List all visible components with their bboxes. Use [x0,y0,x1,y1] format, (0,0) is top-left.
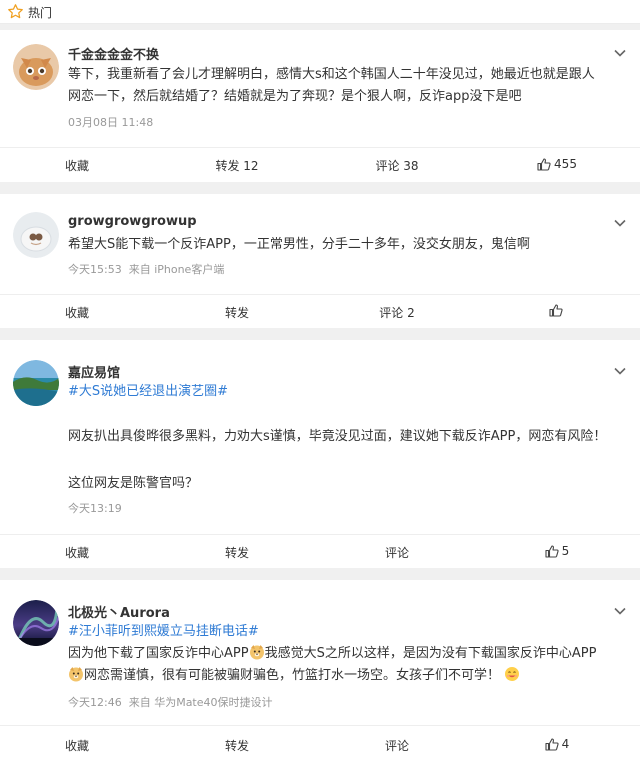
collect-button[interactable]: 收藏 [27,544,127,561]
username[interactable]: 北极光丶Aurora [68,602,170,621]
chevron-down-icon[interactable] [614,219,626,227]
post-meta: 今天15:53 来自 iPhone客户端 [68,261,224,277]
username[interactable]: growgrowgrowup [68,214,197,229]
post-card: 北极光丶Aurora #汪小菲听到熙媛立马挂断电话# 因为他下载了国家反诈中心A… [0,580,640,761]
repost-button[interactable]: 转发 12 [187,157,287,174]
collect-button[interactable]: 收藏 [27,157,127,174]
post-text-line: 这位网友是陈警官吗？ [68,476,199,491]
post-card: 千金金金金不换 等下，我重新看了会儿才理解明白，感情大s和这个韩国人二十年没见过… [0,30,640,182]
post-text-line: 网恋需谨慎，很有可能被骗财骗色，竹篮打水一场空。女孩子们不可学！ [68,665,628,687]
doge-emoji-icon [249,645,264,660]
post-text: 希望大S能下载一个反诈APP，一正常男性，分手二十多年，没交女朋友，鬼信啊 [68,234,628,256]
topic-link[interactable]: #大S说她已经退出演艺圈# [68,384,228,399]
divider [0,725,640,726]
like-count: 4 [561,737,570,751]
doge-emoji-icon [69,667,83,682]
divider [0,147,640,148]
post-source[interactable]: 来自 华为Mate40保时捷设计 [129,696,273,709]
comment-button[interactable]: 评论 2 [347,304,447,321]
like-button[interactable]: 4 [507,737,607,754]
divider [0,534,640,535]
avatar[interactable] [13,44,59,90]
post-time: 今天13:19 [68,502,122,515]
repost-button[interactable]: 转发 [187,737,287,754]
post-text-segment: 网恋需谨慎，很有可能被骗财骗色，竹篮打水一场空。女孩子们不可学！ [84,668,501,683]
thumbs-up-icon [545,737,559,751]
thumbs-up-icon [537,157,551,171]
avatar[interactable] [13,212,59,258]
like-button[interactable]: 5 [507,544,607,561]
post-text-line: 网恋一下，然后就结婚了？结婚就是为了奔现？是个狠人啊，反诈app没下是吧 [68,89,522,104]
post-meta: 今天12:46 来自 华为Mate40保时捷设计 [68,694,273,710]
thumbs-up-icon [548,304,563,317]
post-text-segment: 因为他下载了国家反诈中心APP [68,646,249,661]
chevron-down-icon[interactable] [614,607,626,615]
collect-button[interactable]: 收藏 [27,737,127,754]
post-source[interactable]: 来自 iPhone客户端 [129,263,225,276]
post-topic-line: #大S说她已经退出演艺圈# [68,381,628,403]
repost-button[interactable]: 转发 [187,544,287,561]
grin-emoji-icon [505,667,520,681]
comment-button[interactable]: 评论 38 [347,157,447,174]
avatar[interactable] [13,360,59,406]
post-card: 嘉应易馆 #大S说她已经退出演艺圈# 网友扒出具俊晔很多黑料，力劝大s谨慎，毕竟… [0,340,640,568]
like-count: 5 [561,544,570,558]
post-time: 03月08日 11:48 [68,116,154,129]
collect-button[interactable]: 收藏 [27,304,127,321]
hot-header: 热门 [0,0,640,24]
like-button[interactable] [507,304,607,320]
star-icon [8,4,23,19]
chevron-down-icon[interactable] [614,49,626,57]
username[interactable]: 千金金金金不换 [68,44,159,63]
avatar[interactable] [13,600,59,646]
post-text-line: 网友扒出具俊晔很多黑料，力劝大s谨慎，毕竟没见过面，建议她下载反诈APP，网恋有… [68,429,607,444]
like-count: 455 [554,157,577,171]
post-time: 今天15:53 [68,263,122,276]
post-text-segment: 我感觉大S之所以这样，是因为没有下载国家反诈中心APP [264,646,597,661]
chevron-down-icon[interactable] [614,367,626,375]
divider [0,294,640,295]
post-topic-line: #汪小菲听到熙媛立马挂断电话# [68,621,628,643]
post-text: 等下，我重新看了会儿才理解明白，感情大s和这个韩国人二十年没见过，她最近也就是跟… [68,64,628,108]
post-text-line: 因为他下载了国家反诈中心APP 我感觉大S之所以这样，是因为没有下载国家反诈中心A… [68,643,628,665]
post-text-line: 希望大S能下载一个反诈APP，一正常男性，分手二十多年，没交女朋友，鬼信啊 [68,237,530,252]
post-text-line: 等下，我重新看了会儿才理解明白，感情大s和这个韩国人二十年没见过，她最近也就是跟… [68,67,595,82]
repost-button[interactable]: 转发 [187,304,287,321]
username[interactable]: 嘉应易馆 [68,362,120,381]
hot-title: 热门 [28,6,53,20]
post-card: growgrowgrowup 希望大S能下载一个反诈APP，一正常男性，分手二十… [0,194,640,328]
post-time: 今天12:46 [68,696,122,709]
comment-button[interactable]: 评论 [347,544,447,561]
comment-button[interactable]: 评论 [347,737,447,754]
like-button[interactable]: 455 [507,157,607,174]
topic-link[interactable]: #汪小菲听到熙媛立马挂断电话# [68,624,259,639]
thumbs-up-icon [545,544,559,558]
